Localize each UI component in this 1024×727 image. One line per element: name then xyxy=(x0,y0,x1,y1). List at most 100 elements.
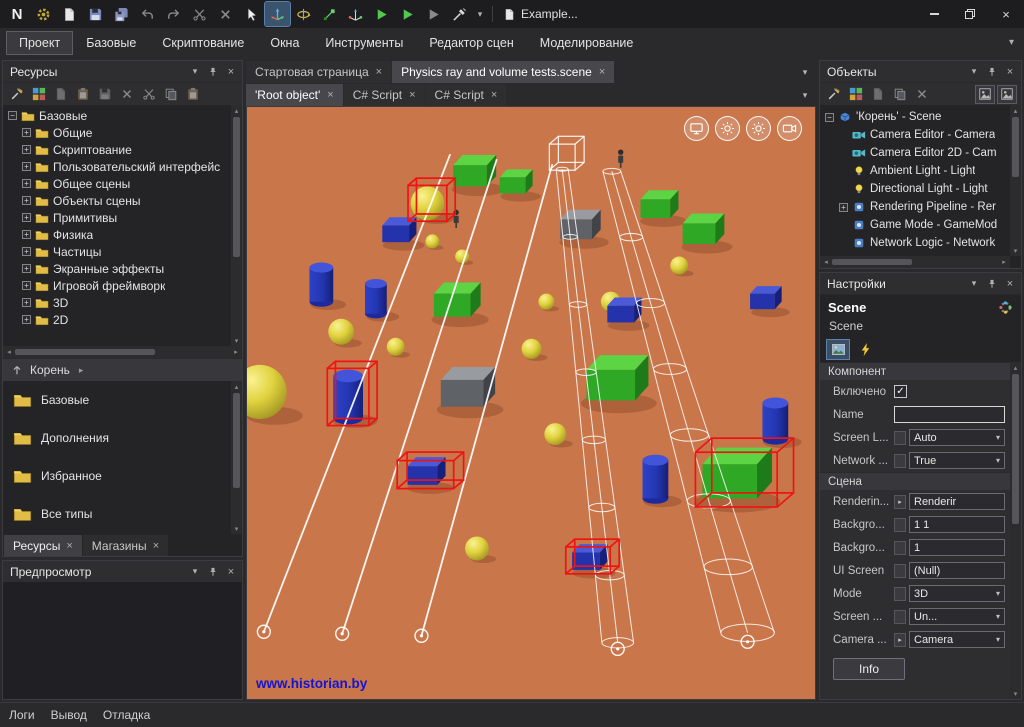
import-button[interactable] xyxy=(73,85,93,104)
details-view-button[interactable] xyxy=(997,85,1017,104)
dropdown[interactable]: Camera▾ xyxy=(909,631,1005,648)
scroll-left-icon[interactable]: ◂ xyxy=(820,258,832,266)
tools-button[interactable] xyxy=(824,85,844,104)
undo-button[interactable] xyxy=(135,2,160,26)
scroll-up-icon[interactable]: ▴ xyxy=(1010,362,1021,373)
expand-property-button[interactable]: ▸ xyxy=(894,495,906,509)
resources-tree-item[interactable]: +Примитивы xyxy=(3,209,231,226)
cut-button[interactable] xyxy=(187,2,212,26)
sub-tab-2[interactable]: C# Script× xyxy=(344,84,425,106)
property-options-button[interactable] xyxy=(894,587,906,601)
expand-icon[interactable]: + xyxy=(22,145,31,154)
status-item-1[interactable]: Логи xyxy=(9,708,35,722)
scroll-right-icon[interactable]: ▸ xyxy=(230,348,242,356)
breadcrumb-label[interactable]: Корень xyxy=(30,363,70,377)
category-item[interactable]: Все типы xyxy=(3,495,231,533)
bottom-tab-1[interactable]: Ресурсы× xyxy=(4,535,82,556)
build-tools-button[interactable] xyxy=(447,2,472,26)
save-all-button[interactable] xyxy=(109,2,134,26)
redo-button[interactable] xyxy=(161,2,186,26)
scene-object-gcube[interactable] xyxy=(581,355,657,413)
expand-icon[interactable]: + xyxy=(22,196,31,205)
select-tool-button[interactable] xyxy=(239,2,264,26)
chevron-down-icon[interactable]: ▾ xyxy=(966,64,982,80)
resources-tree-item[interactable]: +Физика xyxy=(3,226,231,243)
menu-item-7[interactable]: Моделирование xyxy=(527,31,647,55)
document-tab-1[interactable]: Стартовая страница× xyxy=(246,61,391,83)
objects-tree-item[interactable]: −'Корень' - Scene xyxy=(820,108,1010,126)
sub-tab-1[interactable]: 'Root object'× xyxy=(246,84,343,106)
status-item-3[interactable]: Отладка xyxy=(103,708,150,722)
scene-render[interactable] xyxy=(247,107,815,699)
resources-tree-item[interactable]: +Скриптование xyxy=(3,141,231,158)
scale-tool-button[interactable] xyxy=(317,2,342,26)
scroll-up-icon[interactable]: ▴ xyxy=(1010,105,1021,116)
menu-item-2[interactable]: Базовые xyxy=(73,31,149,55)
new-file-button[interactable] xyxy=(57,2,82,26)
collapse-icon[interactable]: − xyxy=(8,111,17,120)
chevron-down-icon[interactable]: ▾ xyxy=(966,276,982,292)
category-item[interactable]: Базовые xyxy=(3,381,231,419)
objects-tree-item[interactable]: +Rendering Pipeline - Rer xyxy=(820,198,1010,216)
expand-icon[interactable]: + xyxy=(839,203,848,212)
property-options-button[interactable] xyxy=(894,431,906,445)
dropdown[interactable]: True▾ xyxy=(909,452,1005,469)
resources-tree-item[interactable]: +3D xyxy=(3,294,231,311)
paste-button[interactable] xyxy=(183,85,203,104)
tools-button[interactable] xyxy=(7,85,27,104)
dropdown[interactable]: Auto▾ xyxy=(909,429,1005,446)
tools-dropdown-button[interactable]: ▾ xyxy=(473,9,487,20)
close-icon[interactable]: × xyxy=(66,540,72,552)
resources-tree-item[interactable]: +Частицы xyxy=(3,243,231,260)
scroll-down-icon[interactable]: ▾ xyxy=(1010,688,1021,699)
close-icon[interactable]: × xyxy=(223,64,239,80)
vertical-scrollbar[interactable]: ▴ ▾ xyxy=(231,105,242,346)
play-button[interactable] xyxy=(369,2,394,26)
list-view-button[interactable] xyxy=(975,85,995,104)
scroll-down-icon[interactable]: ▾ xyxy=(231,523,242,534)
category-item[interactable]: Дополнения xyxy=(3,419,231,457)
checkbox[interactable]: ✓ xyxy=(894,385,907,398)
expand-icon[interactable]: + xyxy=(22,230,31,239)
dropdown[interactable]: 3D▾ xyxy=(909,585,1005,602)
copy-button[interactable] xyxy=(890,85,910,104)
menu-overflow-button[interactable]: ▾ xyxy=(1009,37,1018,48)
scroll-right-icon[interactable]: ▸ xyxy=(998,258,1010,266)
brightness-button[interactable] xyxy=(746,116,771,141)
close-icon[interactable]: × xyxy=(327,89,333,101)
objects-tree-item[interactable]: Ambient Light - Light xyxy=(820,162,1010,180)
resources-tree-item[interactable]: −Базовые xyxy=(3,107,231,124)
scroll-up-icon[interactable]: ▴ xyxy=(231,381,242,392)
resources-tree-item[interactable]: +Экранные эффекты xyxy=(3,260,231,277)
objects-tree-item[interactable]: Camera Editor 2D - Cam xyxy=(820,144,1010,162)
bottom-tab-2[interactable]: Магазины× xyxy=(83,535,168,556)
property-options-button[interactable] xyxy=(894,454,906,468)
play-scene-button[interactable] xyxy=(395,2,420,26)
properties-tab[interactable] xyxy=(826,339,850,360)
text-field[interactable]: Renderir xyxy=(909,493,1005,510)
pin-icon[interactable] xyxy=(984,64,1000,80)
resources-tree-item[interactable]: +Общие xyxy=(3,124,231,141)
menu-item-6[interactable]: Редактор сцен xyxy=(416,31,526,55)
copy-button[interactable] xyxy=(161,85,181,104)
save-button[interactable] xyxy=(83,2,108,26)
save-button[interactable] xyxy=(95,85,115,104)
scroll-down-icon[interactable]: ▾ xyxy=(231,335,242,346)
rotate-tool-button[interactable] xyxy=(291,2,316,26)
expand-icon[interactable]: + xyxy=(22,264,31,273)
close-icon[interactable]: × xyxy=(599,66,605,78)
objects-tree-item[interactable]: Camera Editor - Camera xyxy=(820,126,1010,144)
scene-object-gcube[interactable] xyxy=(432,282,489,327)
expand-icon[interactable]: + xyxy=(22,247,31,256)
delete-button[interactable] xyxy=(912,85,932,104)
delete-button[interactable] xyxy=(117,85,137,104)
sub-tab-3[interactable]: C# Script× xyxy=(426,84,507,106)
expand-icon[interactable]: + xyxy=(22,315,31,324)
pin-icon[interactable] xyxy=(205,64,221,80)
expand-icon[interactable]: + xyxy=(22,281,31,290)
delete-button[interactable] xyxy=(213,2,238,26)
category-item[interactable]: Избранное xyxy=(3,457,231,495)
close-icon[interactable]: × xyxy=(376,66,382,78)
dropdown[interactable]: Un...▾ xyxy=(909,608,1005,625)
menu-item-5[interactable]: Инструменты xyxy=(312,31,416,55)
